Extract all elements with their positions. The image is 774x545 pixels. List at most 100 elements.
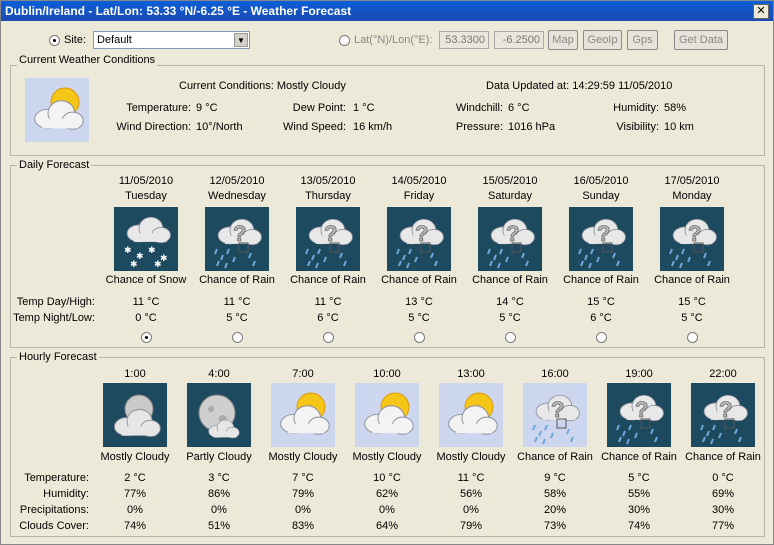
chevron-down-icon[interactable]: ▼	[234, 33, 248, 47]
pressure-value: 1016 hPa	[508, 121, 556, 133]
day-date: 12/05/2010	[209, 175, 265, 187]
hour-summary: Mostly Cloudy	[436, 451, 506, 463]
hour-summary: Chance of Rain	[601, 451, 677, 463]
site-select[interactable]: Default ▼	[93, 31, 250, 49]
humidity-value: 58%	[664, 102, 687, 114]
hourly-forecast-slot: 4:00 Partly Cloudy 3 °C 86% 0% 51%	[177, 368, 261, 532]
daily-forecast-day: 13/05/2010 Thursday ? Chance of Rain 11 …	[283, 175, 373, 343]
rain-icon: ?	[205, 207, 269, 271]
hour-temperature: 7 °C	[292, 472, 314, 484]
day-select-radio[interactable]	[596, 332, 607, 343]
day-low: 5 °C	[226, 312, 248, 324]
hour-time: 22:00	[709, 368, 737, 380]
day-high: 11 °C	[132, 296, 160, 308]
cloud-sun-icon	[271, 383, 335, 447]
day-weekday: Thursday	[305, 190, 351, 202]
svg-text:?: ?	[688, 221, 701, 246]
hour-humidity: 79%	[291, 488, 315, 500]
window-title: Dublin/Ireland - Lat/Lon: 53.33 °N/-6.25…	[5, 4, 352, 18]
hour-temperature: 2 °C	[124, 472, 146, 484]
day-weekday: Monday	[672, 190, 712, 202]
hour-precipitations: 0%	[463, 504, 479, 516]
hour-humidity: 55%	[627, 488, 651, 500]
site-select-value: Default	[97, 34, 132, 46]
hour-clouds-cover: 83%	[291, 520, 315, 532]
day-select-radio[interactable]	[323, 332, 334, 343]
hour-time: 7:00	[292, 368, 314, 380]
rain-icon: ?	[387, 207, 451, 271]
latlon-label: Lat(°N)/Lon(°E):	[354, 34, 433, 46]
close-button[interactable]: ✕	[753, 4, 769, 19]
rain-icon: ?	[691, 383, 755, 447]
day-date: 13/05/2010	[300, 175, 356, 187]
temp-night-low-label: Temp Night/Low:	[13, 312, 95, 324]
hourly-temperature-label: Temperature:	[24, 472, 89, 484]
hour-temperature: 10 °C	[373, 472, 401, 484]
cloud-sun-icon	[439, 383, 503, 447]
title-bar[interactable]: Dublin/Ireland - Lat/Lon: 53.33 °N/-6.25…	[1, 1, 773, 21]
hour-clouds-cover: 73%	[543, 520, 567, 532]
day-weekday: Saturday	[487, 190, 533, 202]
temperature-value: 9 °C	[196, 102, 218, 114]
visibility-label: Visibility:	[616, 121, 659, 133]
day-weekday: Wednesday	[208, 190, 266, 202]
lat-input[interactable]: 53.3300	[439, 31, 489, 49]
hour-precipitations: 0%	[211, 504, 227, 516]
day-select-radio[interactable]	[687, 332, 698, 343]
hour-clouds-cover: 79%	[459, 520, 483, 532]
day-summary: Chance of Rain	[563, 274, 639, 286]
hour-clouds-cover: 74%	[627, 520, 651, 532]
day-low: 0 °C	[135, 312, 157, 324]
windchill-label: Windchill:	[455, 102, 503, 114]
hourly-forecast-slot: 19:00 ? Chance of Rain 5 °C 55% 30% 74%	[597, 368, 681, 532]
hour-temperature: 11 °C	[457, 472, 485, 484]
day-high: 15 °C	[587, 296, 615, 308]
hour-summary: Chance of Rain	[685, 451, 761, 463]
hourly-forecast-slot: 1:00 Mostly Cloudy 2 °C 77% 0% 74%	[93, 368, 177, 532]
day-select-radio[interactable]	[232, 332, 243, 343]
svg-text:✱: ✱	[130, 259, 138, 269]
hour-humidity: 58%	[543, 488, 567, 500]
visibility-value: 10 km	[664, 121, 694, 133]
day-select-radio[interactable]	[141, 332, 152, 343]
dew-point-label: Dew Point:	[292, 102, 346, 114]
hour-summary: Partly Cloudy	[186, 451, 252, 463]
day-weekday: Friday	[403, 190, 435, 202]
hour-time: 10:00	[373, 368, 401, 380]
wind-speed-value: 16 km/h	[353, 121, 393, 133]
day-summary: Chance of Rain	[381, 274, 457, 286]
hour-time: 16:00	[541, 368, 569, 380]
map-button[interactable]: Map	[548, 30, 578, 50]
hour-temperature: 3 °C	[208, 472, 230, 484]
day-summary: Chance of Rain	[290, 274, 366, 286]
hour-temperature: 0 °C	[712, 472, 734, 484]
svg-text:✱: ✱	[154, 259, 162, 269]
get-data-button[interactable]: Get Data	[674, 30, 728, 50]
lon-input[interactable]: -6.2500	[494, 31, 544, 49]
day-low: 6 °C	[317, 312, 339, 324]
current-conditions-label: Current Weather Conditions	[17, 54, 158, 66]
rain-day-icon: ?	[523, 383, 587, 447]
day-summary: Chance of Rain	[654, 274, 730, 286]
day-select-radio[interactable]	[414, 332, 425, 343]
day-high: 15 °C	[678, 296, 706, 308]
hour-summary: Mostly Cloudy	[268, 451, 338, 463]
wind-speed-label: Wind Speed:	[283, 121, 346, 133]
day-select-radio[interactable]	[505, 332, 516, 343]
wind-direction-value: 10°/North	[196, 121, 243, 133]
site-radio[interactable]	[49, 35, 60, 46]
cloud-sun-icon	[25, 78, 89, 142]
gps-button[interactable]: Gps	[627, 30, 658, 50]
day-date: 15/05/2010	[482, 175, 538, 187]
hour-temperature: 9 °C	[544, 472, 566, 484]
hour-humidity: 77%	[123, 488, 147, 500]
latlon-radio[interactable]	[339, 35, 350, 46]
hour-time: 13:00	[457, 368, 485, 380]
day-high: 14 °C	[496, 296, 524, 308]
day-date: 11/05/2010	[118, 175, 174, 187]
hour-humidity: 62%	[375, 488, 399, 500]
rain-icon: ?	[569, 207, 633, 271]
hour-clouds-cover: 77%	[711, 520, 735, 532]
hour-humidity: 69%	[711, 488, 735, 500]
geoip-button[interactable]: GeoIp	[583, 30, 622, 50]
